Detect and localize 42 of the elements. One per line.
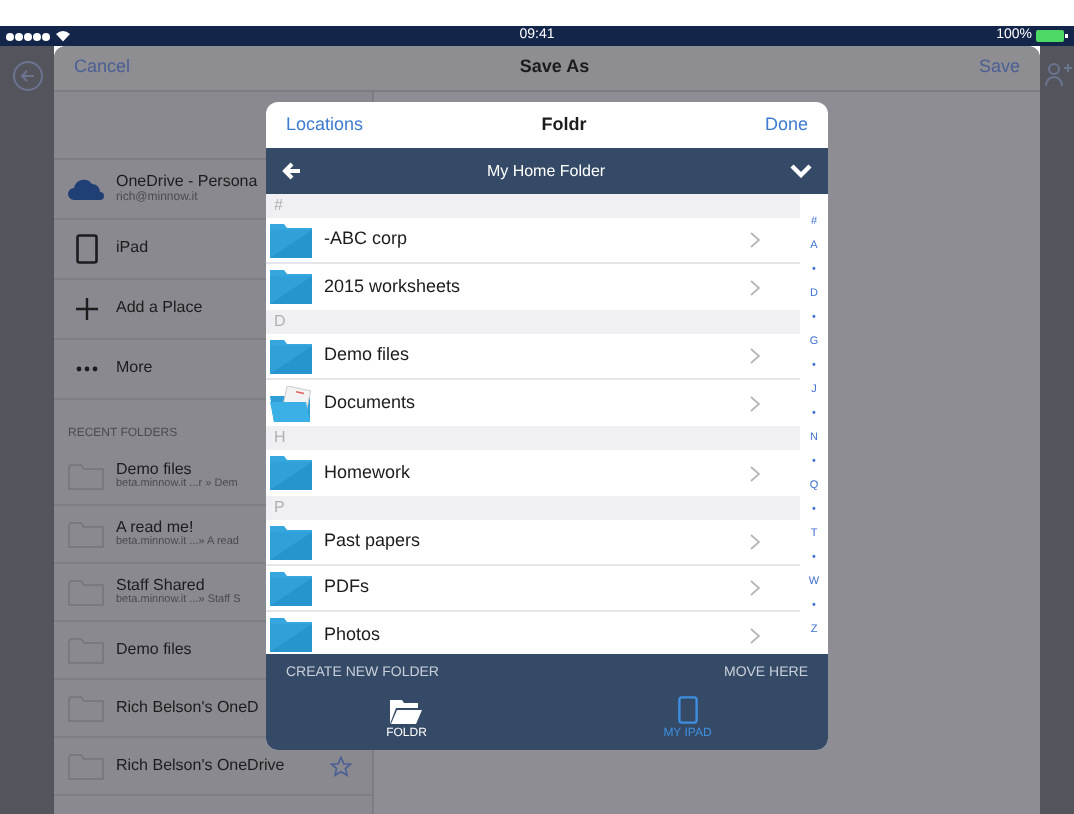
battery-icon: [1036, 30, 1068, 42]
section-header: P: [266, 496, 800, 520]
sheet-title: Save As: [519, 54, 590, 81]
folder-title: My Home Folder: [486, 159, 606, 183]
folder-icon: [270, 223, 312, 257]
popover-title: Foldr: [541, 111, 587, 138]
folder-icon: [270, 339, 312, 373]
chevron-right-icon: [750, 534, 760, 550]
folder-icon: [270, 456, 312, 490]
locations-button[interactable]: Locations: [286, 111, 364, 139]
chevron-right-icon: [750, 395, 760, 411]
chevron-right-icon: [750, 465, 760, 481]
folder-icon: [270, 525, 312, 559]
cloud-icon: [68, 178, 104, 200]
folder-row[interactable]: -ABC corp: [266, 218, 800, 264]
section-header: D: [266, 310, 800, 334]
chevron-down-icon[interactable]: [790, 164, 812, 178]
folder-icon: [270, 618, 312, 652]
done-button[interactable]: Done: [764, 111, 808, 139]
wifi-icon: [56, 30, 70, 42]
more-icon: [75, 366, 97, 372]
chevron-right-icon: [750, 279, 760, 295]
folder-row[interactable]: Past papers: [266, 520, 800, 566]
back-arrow-icon[interactable]: [282, 162, 302, 180]
add-person-icon[interactable]: [1043, 60, 1071, 88]
folder-icon: [270, 571, 312, 605]
signal-icon: [6, 31, 50, 41]
tablet-icon: [677, 696, 698, 724]
chevron-right-icon: [750, 627, 760, 643]
folder-row[interactable]: Demo files: [266, 334, 800, 380]
back-icon[interactable]: [11, 60, 43, 92]
open-folder-icon: [390, 700, 423, 724]
chevron-right-icon: [750, 232, 760, 248]
section-header: #: [266, 194, 800, 218]
star-icon[interactable]: [330, 755, 352, 777]
section-header: H: [266, 426, 800, 450]
plus-icon: [75, 298, 97, 320]
folder-icon: [270, 270, 312, 304]
tablet-icon: [75, 234, 97, 264]
folder-row[interactable]: PDFs: [266, 566, 800, 612]
chevron-right-icon: [750, 348, 760, 364]
chevron-right-icon: [750, 580, 760, 596]
